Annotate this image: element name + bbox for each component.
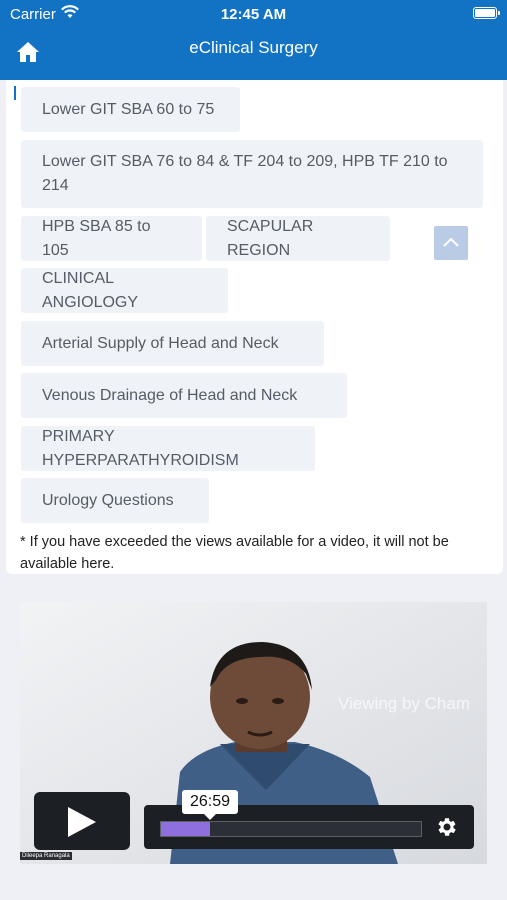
progress-fill	[161, 822, 211, 836]
clock: 12:45 AM	[220, 6, 287, 23]
video-player[interactable]: Viewing by Cham 26:59 Dileepa Ranagala	[20, 602, 487, 864]
topic-chip[interactable]: Urology Questions	[21, 478, 209, 523]
fullscreen-button[interactable]	[434, 226, 468, 260]
topic-chip[interactable]: Lower GIT SBA 60 to 75	[21, 87, 240, 132]
video-watermark: Viewing by Cham	[338, 694, 470, 713]
page-title: eClinical Surgery	[189, 38, 318, 57]
play-icon	[68, 807, 96, 837]
topic-chip[interactable]: PRIMARY HYPERPARATHYROIDISM	[21, 426, 315, 471]
topic-chip[interactable]: Venous Drainage of Head and Neck	[21, 373, 347, 418]
availability-note: * If you have exceeded the views availab…	[20, 534, 449, 572]
settings-gear-icon[interactable]	[434, 815, 458, 839]
topic-chip[interactable]: Arterial Supply of Head and Neck	[21, 321, 324, 366]
play-button[interactable]	[34, 792, 130, 850]
time-tooltip: 26:59	[182, 790, 238, 820]
chevron-up-icon	[443, 237, 459, 247]
status-bar: Carrier 12:45 AM	[0, 0, 507, 28]
app-header: Carrier 12:45 AM eClinical Surgery	[0, 0, 507, 80]
topic-chip[interactable]: Lower GIT SBA 76 to 84 & TF 204 to 209, …	[21, 140, 483, 208]
scroll-indicator	[14, 86, 16, 100]
battery-icon	[473, 7, 500, 19]
video-caption: Dileepa Ranagala	[20, 852, 72, 860]
topic-chip[interactable]: HPB SBA 85 to 105	[21, 216, 202, 261]
topic-chip[interactable]: SCAPULAR REGION	[206, 216, 390, 261]
topic-chip[interactable]: CLINICAL ANGIOLOGY	[21, 268, 228, 313]
progress-track[interactable]	[160, 821, 422, 837]
